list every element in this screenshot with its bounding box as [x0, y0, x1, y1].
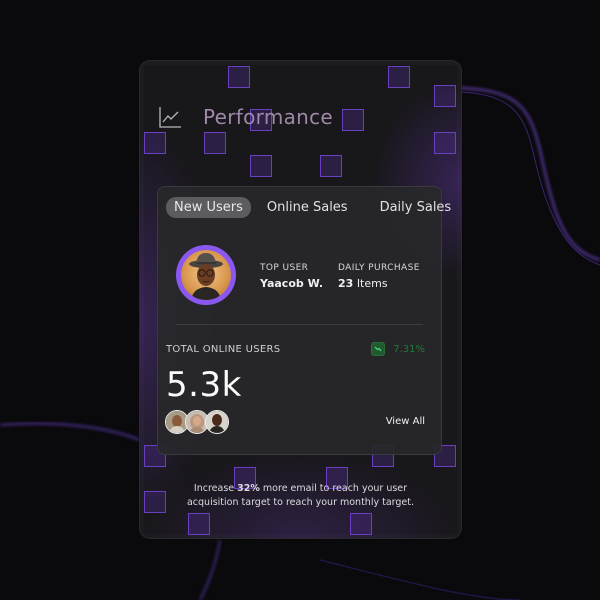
footer-text: acquisition target to reach your monthly…: [186, 497, 415, 508]
grid-square-decoration: [434, 85, 456, 107]
total-online-users-label: TOTAL ONLINE USERS: [166, 344, 281, 355]
grid-square-decoration: [388, 66, 410, 88]
daily-purchase-count: 23: [338, 277, 354, 290]
trend-badge: 7.31%: [371, 342, 425, 356]
footer-highlight: 32%: [237, 483, 260, 494]
top-user-avatar[interactable]: [176, 245, 236, 305]
tab-bar: New Users Online Sales Daily Sales: [166, 197, 461, 218]
grid-square-decoration: [144, 132, 166, 154]
top-user-label: TOP USER: [260, 263, 309, 273]
user-avatar-3[interactable]: [205, 410, 229, 434]
footer-message: Increase 32% more email to reach your us…: [140, 482, 461, 510]
grid-square-decoration: [320, 155, 342, 177]
line-chart-icon: [159, 107, 181, 128]
card-header: Performance: [158, 105, 333, 129]
tab-new-users[interactable]: New Users: [166, 197, 251, 218]
view-all-link[interactable]: View All: [386, 416, 425, 427]
grid-square-decoration: [188, 513, 210, 535]
stats-panel: New Users Online Sales Daily Sales TOP U: [157, 186, 451, 455]
grid-square-decoration: [228, 66, 250, 88]
daily-purchase-unit: Items: [356, 277, 388, 290]
daily-purchase-value: 23 Items: [338, 277, 420, 290]
performance-card: Performance New Users Online Sales Daily…: [140, 61, 461, 538]
grid-square-decoration: [342, 109, 364, 131]
page-title: Performance: [203, 105, 334, 129]
top-user-name-text: Yaacob W.: [260, 277, 323, 290]
divider: [176, 324, 423, 325]
footer-text: more email to reach your user: [259, 483, 408, 494]
grid-square-decoration: [434, 132, 456, 154]
trend-percentage: 7.31%: [393, 343, 425, 355]
footer-text: Increase: [193, 483, 238, 494]
grid-square-decoration: [204, 132, 226, 154]
user-avatar-stack[interactable]: [165, 410, 229, 434]
daily-purchase-label: DAILY PURCHASE: [338, 263, 420, 273]
total-online-users-value: 5.3k: [166, 365, 242, 405]
grid-square-decoration: [250, 155, 272, 177]
daily-purchase-info: DAILY PURCHASE 23 Items: [338, 263, 420, 290]
avatar-image: [181, 250, 231, 300]
trending-up-icon: [371, 342, 386, 356]
top-user-name: Yaacob W.: [260, 277, 323, 290]
tab-online-sales[interactable]: Online Sales: [259, 197, 356, 218]
grid-square-decoration: [350, 513, 372, 535]
top-user-info: TOP USER Yaacob W.: [260, 263, 323, 290]
tab-daily-sales[interactable]: Daily Sales: [372, 197, 460, 218]
